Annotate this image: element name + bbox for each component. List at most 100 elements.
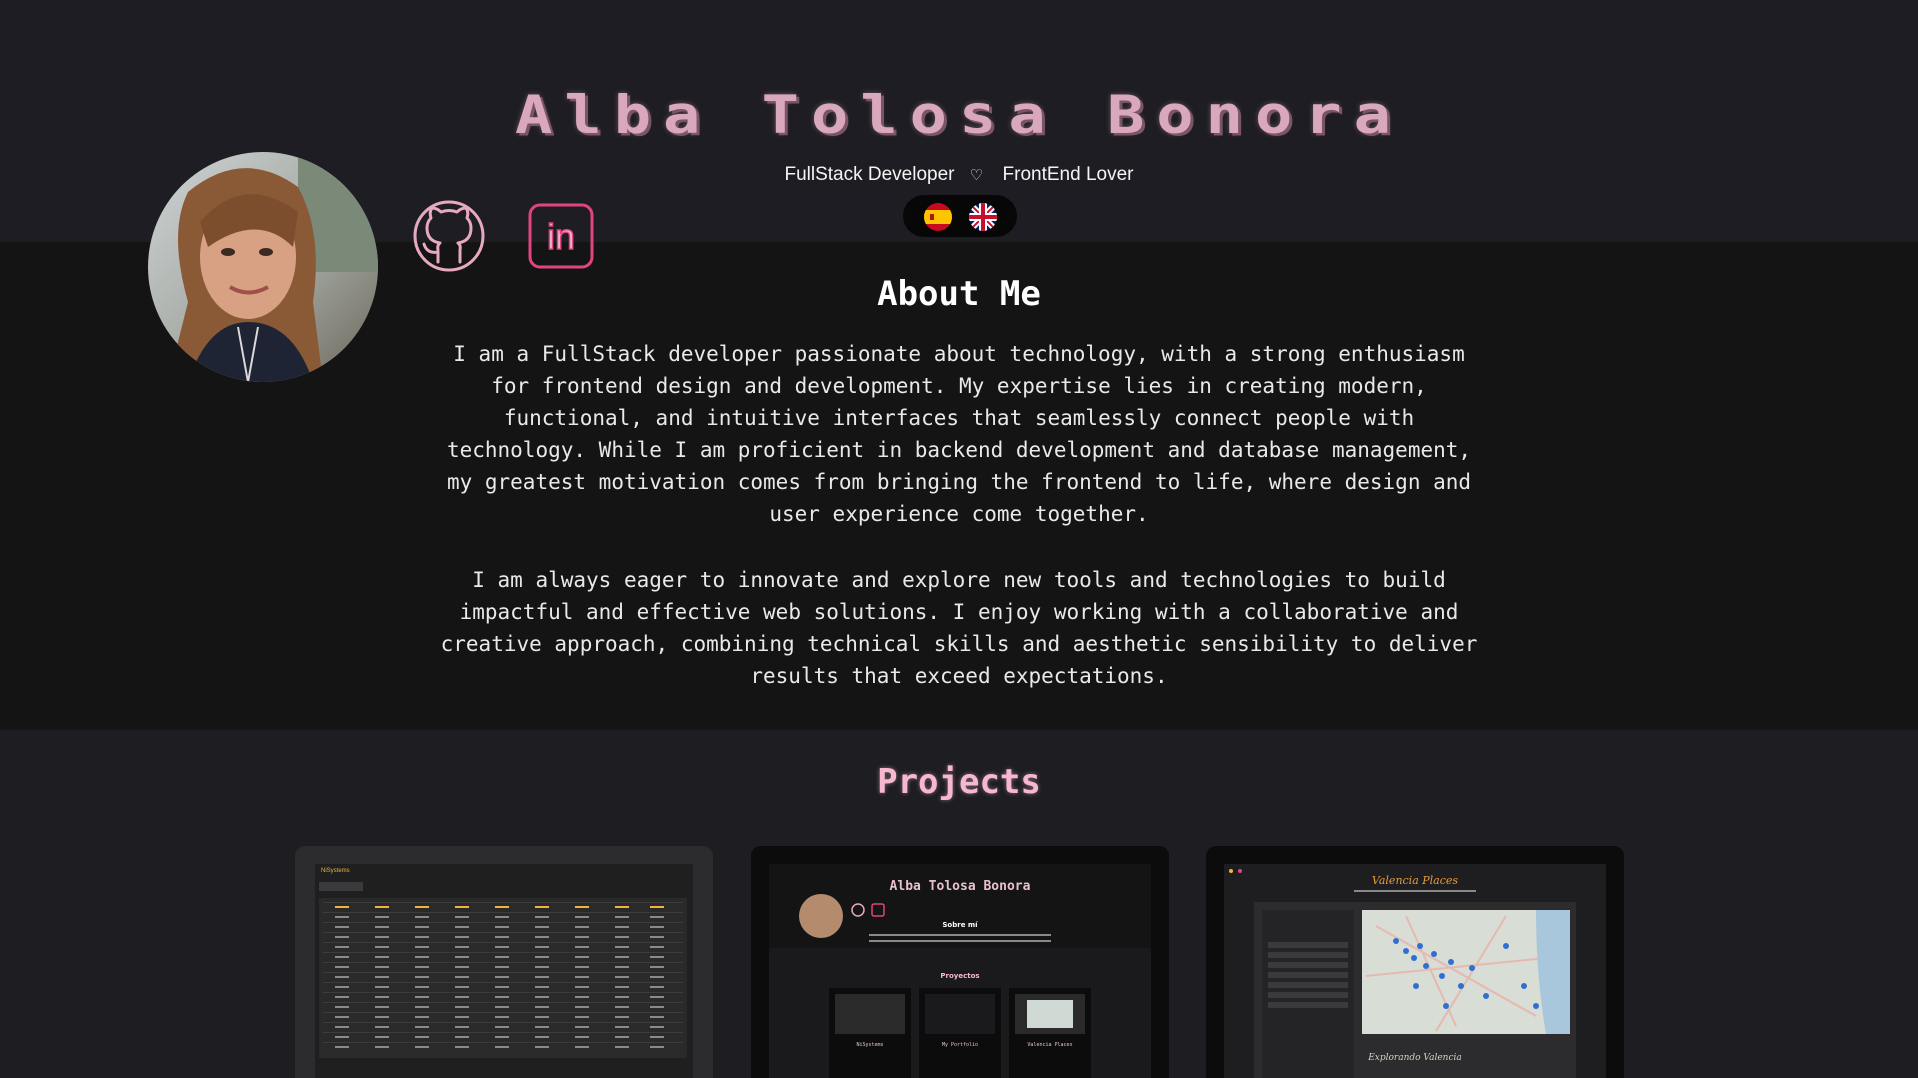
preview-thumb-label: NiSystems — [856, 1042, 883, 1048]
projects-title: Projects — [877, 762, 1041, 802]
preview-table-cell — [575, 946, 589, 948]
project-card-nisystems[interactable]: NiSystems — [295, 846, 713, 1078]
preview-table-cell — [495, 1036, 509, 1038]
preview-table-cell — [415, 926, 429, 928]
map-pin-icon — [1411, 955, 1417, 961]
preview-table-cell — [615, 936, 629, 938]
linkedin-text: in — [547, 216, 575, 257]
linkedin-icon[interactable]: in — [527, 202, 595, 270]
spanish-flag-icon[interactable] — [924, 203, 952, 231]
preview-table-cell — [375, 956, 389, 958]
preview-table-cell — [575, 1016, 589, 1018]
preview-table-cell — [335, 1036, 349, 1038]
preview-table-rule — [323, 972, 683, 973]
passion-text: FrontEnd Lover — [1002, 164, 1134, 185]
preview-table-cell — [650, 1026, 664, 1028]
preview-title: Alba Tolosa Bonora — [890, 879, 1031, 894]
preview-table-cell — [615, 906, 629, 908]
preview-table-cell — [335, 986, 349, 988]
preview-table-cell — [575, 906, 589, 908]
preview-table-rule — [323, 1042, 683, 1043]
preview-title: NiSystems — [321, 868, 350, 874]
preview-table-rule — [323, 962, 683, 963]
preview-table-cell — [415, 936, 429, 938]
preview-table-cell — [615, 1026, 629, 1028]
preview-table-cell — [335, 926, 349, 928]
preview-table-rule — [323, 982, 683, 983]
preview-table-cell — [650, 1006, 664, 1008]
preview-projects: Proyectos — [940, 972, 979, 980]
preview-table-cell — [335, 966, 349, 968]
preview-table-cell — [615, 1006, 629, 1008]
preview-table-cell — [495, 976, 509, 978]
preview-table-cell — [615, 996, 629, 998]
preview-table-cell — [575, 996, 589, 998]
preview-table-cell — [375, 936, 389, 938]
github-icon[interactable] — [411, 198, 487, 274]
preview-table-cell — [375, 926, 389, 928]
map-pin-icon — [1483, 993, 1489, 999]
preview-table-cell — [535, 1016, 549, 1018]
preview-table-cell — [335, 956, 349, 958]
preview-table-cell — [335, 906, 349, 908]
preview-table-cell — [650, 1046, 664, 1048]
preview-table-cell — [415, 1006, 429, 1008]
preview-table-cell — [535, 1026, 549, 1028]
map-pin-icon — [1413, 983, 1419, 989]
preview-table-rule — [323, 992, 683, 993]
preview-table-cell — [455, 976, 469, 978]
preview-table-cell — [535, 916, 549, 918]
map-pin-icon — [1403, 948, 1409, 954]
preview-table-cell — [415, 1016, 429, 1018]
preview-table-cell — [615, 966, 629, 968]
preview-table-rule — [323, 902, 683, 903]
preview-table-cell — [615, 986, 629, 988]
uk-flag-icon[interactable] — [969, 203, 997, 231]
map-pin-icon — [1431, 951, 1437, 957]
project-card-portfolio[interactable]: Alba Tolosa Bonora Sobre mí Proyectos Ni… — [751, 846, 1169, 1078]
about-paragraph-1: I am a FullStack developer passionate ab… — [446, 342, 1472, 526]
preview-table-cell — [650, 1036, 664, 1038]
preview-table-cell — [335, 1026, 349, 1028]
preview-table-cell — [615, 926, 629, 928]
preview-table-cell — [375, 996, 389, 998]
preview-table-cell — [455, 996, 469, 998]
preview-table-cell — [455, 1006, 469, 1008]
map-pin-icon — [1458, 983, 1464, 989]
preview-table-cell — [650, 916, 664, 918]
map-pin-icon — [1448, 959, 1454, 965]
preview-table-cell — [335, 1046, 349, 1048]
preview-table-cell — [575, 1036, 589, 1038]
project-preview-valencia: Valencia Places Explorando Valencia — [1224, 864, 1606, 1078]
preview-footer: Explorando Valencia — [1367, 1053, 1462, 1063]
preview-title: Valencia Places — [1372, 874, 1458, 887]
preview-table-cell — [495, 1026, 509, 1028]
preview-table-cell — [615, 956, 629, 958]
preview-table-cell — [495, 1016, 509, 1018]
heart-icon: ♡ — [969, 167, 984, 184]
preview-table-cell — [615, 976, 629, 978]
preview-table-cell — [455, 1026, 469, 1028]
preview-table-cell — [575, 966, 589, 968]
preview-table-cell — [455, 906, 469, 908]
preview-table-cell — [455, 1036, 469, 1038]
preview-table-rule — [323, 1022, 683, 1023]
preview-table-cell — [415, 906, 429, 908]
project-card-valencia-places[interactable]: Valencia Places Explorando Valencia — [1206, 846, 1624, 1078]
preview-table-cell — [535, 1046, 549, 1048]
preview-table-cell — [535, 936, 549, 938]
preview-table-cell — [415, 956, 429, 958]
preview-table-cell — [650, 936, 664, 938]
preview-table-cell — [335, 1006, 349, 1008]
preview-table-cell — [415, 1046, 429, 1048]
preview-table-cell — [535, 946, 549, 948]
preview-table-cell — [535, 1036, 549, 1038]
about-title: About Me — [877, 274, 1041, 314]
preview-table-cell — [415, 946, 429, 948]
preview-table-cell — [650, 986, 664, 988]
preview-table-cell — [375, 986, 389, 988]
preview-table-cell — [535, 956, 549, 958]
page-title: Alba Tolosa Bonora — [515, 83, 1403, 146]
preview-table-cell — [535, 966, 549, 968]
preview-table-cell — [535, 986, 549, 988]
